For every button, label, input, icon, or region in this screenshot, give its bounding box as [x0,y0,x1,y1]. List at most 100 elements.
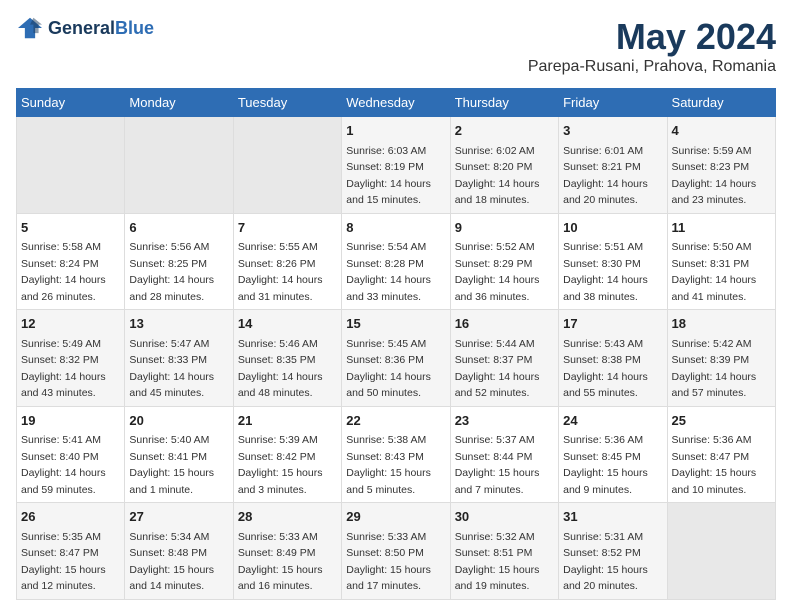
cell-info: Sunrise: 6:01 AMSunset: 8:21 PMDaylight:… [563,145,648,207]
weekday-header-tuesday: Tuesday [233,89,341,117]
main-title: May 2024 [528,16,776,58]
cell-info: Sunrise: 5:37 AMSunset: 8:44 PMDaylight:… [455,434,540,496]
calendar-cell [233,117,341,214]
weekday-header-thursday: Thursday [450,89,558,117]
day-number: 13 [129,314,228,334]
day-number: 8 [346,218,445,238]
calendar-cell: 17 Sunrise: 5:43 AMSunset: 8:38 PMDayligh… [559,310,667,407]
day-number: 19 [21,411,120,431]
calendar-cell: 15 Sunrise: 5:45 AMSunset: 8:36 PMDayligh… [342,310,450,407]
weekday-header-row: SundayMondayTuesdayWednesdayThursdayFrid… [17,89,776,117]
logo-icon [16,16,44,40]
calendar-cell [17,117,125,214]
day-number: 29 [346,507,445,527]
cell-info: Sunrise: 5:58 AMSunset: 8:24 PMDaylight:… [21,241,106,303]
calendar-cell: 27Sunrise: 5:34 AMSunset: 8:48 PMDayligh… [125,503,233,600]
cell-info: Sunrise: 5:44 AMSunset: 8:37 PMDaylight:… [455,338,540,400]
title-block: May 2024 Parepa-Rusani, Prahova, Romania [528,16,776,76]
calendar-cell: 29 Sunrise: 5:33 AMSunset: 8:50 PMDayligh… [342,503,450,600]
day-number: 15 [346,314,445,334]
calendar-cell: 18Sunrise: 5:42 AMSunset: 8:39 PMDayligh… [667,310,775,407]
cell-info: Sunrise: 5:43 AMSunset: 8:38 PMDaylight:… [563,338,648,400]
day-number: 20 [129,411,228,431]
page-header: GeneralBlue May 2024 Parepa-Rusani, Prah… [16,16,776,76]
subtitle: Parepa-Rusani, Prahova, Romania [528,58,776,76]
calendar-cell: 6 Sunrise: 5:56 AMSunset: 8:25 PMDaylight… [125,213,233,310]
cell-info: Sunrise: 5:35 AMSunset: 8:47 PMDaylight:… [21,531,106,593]
weekday-header-wednesday: Wednesday [342,89,450,117]
cell-info: Sunrise: 5:40 AMSunset: 8:41 PMDaylight:… [129,434,214,496]
day-number: 22 [346,411,445,431]
calendar-week-row: 26 Sunrise: 5:35 AMSunset: 8:47 PMDayligh… [17,503,776,600]
logo-text-general: General [48,18,115,38]
day-number: 4 [672,121,771,141]
weekday-header-monday: Monday [125,89,233,117]
calendar-cell: 7 Sunrise: 5:55 AMSunset: 8:26 PMDaylight… [233,213,341,310]
day-number: 5 [21,218,120,238]
day-number: 24 [563,411,662,431]
cell-info: Sunrise: 5:56 AMSunset: 8:25 PMDaylight:… [129,241,214,303]
day-number: 11 [672,218,771,238]
calendar-table: SundayMondayTuesdayWednesdayThursdayFrid… [16,88,776,600]
cell-info: Sunrise: 5:51 AMSunset: 8:30 PMDaylight:… [563,241,648,303]
day-number: 7 [238,218,337,238]
calendar-cell: 4 Sunrise: 5:59 AMSunset: 8:23 PMDaylight… [667,117,775,214]
calendar-cell: 14Sunrise: 5:46 AMSunset: 8:35 PMDayligh… [233,310,341,407]
cell-info: Sunrise: 5:50 AMSunset: 8:31 PMDaylight:… [672,241,757,303]
cell-info: Sunrise: 5:41 AMSunset: 8:40 PMDaylight:… [21,434,106,496]
day-number: 2 [455,121,554,141]
cell-info: Sunrise: 6:03 AMSunset: 8:19 PMDaylight:… [346,145,431,207]
cell-info: Sunrise: 5:32 AMSunset: 8:51 PMDaylight:… [455,531,540,593]
day-number: 27 [129,507,228,527]
calendar-week-row: 12Sunrise: 5:49 AMSunset: 8:32 PMDayligh… [17,310,776,407]
day-number: 3 [563,121,662,141]
calendar-cell: 11 Sunrise: 5:50 AMSunset: 8:31 PMDayligh… [667,213,775,310]
day-number: 1 [346,121,445,141]
cell-info: Sunrise: 5:55 AMSunset: 8:26 PMDaylight:… [238,241,323,303]
logo: GeneralBlue [16,16,154,40]
calendar-cell: 13Sunrise: 5:47 AMSunset: 8:33 PMDayligh… [125,310,233,407]
calendar-week-row: 5 Sunrise: 5:58 AMSunset: 8:24 PMDaylight… [17,213,776,310]
cell-info: Sunrise: 5:59 AMSunset: 8:23 PMDaylight:… [672,145,757,207]
day-number: 25 [672,411,771,431]
cell-info: Sunrise: 5:38 AMSunset: 8:43 PMDaylight:… [346,434,431,496]
cell-info: Sunrise: 5:36 AMSunset: 8:47 PMDaylight:… [672,434,757,496]
cell-info: Sunrise: 5:31 AMSunset: 8:52 PMDaylight:… [563,531,648,593]
calendar-week-row: 1 Sunrise: 6:03 AMSunset: 8:19 PMDaylight… [17,117,776,214]
cell-info: Sunrise: 5:42 AMSunset: 8:39 PMDaylight:… [672,338,757,400]
cell-info: Sunrise: 5:39 AMSunset: 8:42 PMDaylight:… [238,434,323,496]
calendar-cell: 2Sunrise: 6:02 AMSunset: 8:20 PMDaylight… [450,117,558,214]
day-number: 9 [455,218,554,238]
calendar-cell: 21Sunrise: 5:39 AMSunset: 8:42 PMDayligh… [233,406,341,503]
calendar-cell: 30 Sunrise: 5:32 AMSunset: 8:51 PMDayligh… [450,503,558,600]
cell-info: Sunrise: 5:36 AMSunset: 8:45 PMDaylight:… [563,434,648,496]
calendar-cell: 31 Sunrise: 5:31 AMSunset: 8:52 PMDayligh… [559,503,667,600]
cell-info: Sunrise: 5:49 AMSunset: 8:32 PMDaylight:… [21,338,106,400]
weekday-header-sunday: Sunday [17,89,125,117]
day-number: 6 [129,218,228,238]
calendar-cell: 9Sunrise: 5:52 AMSunset: 8:29 PMDaylight… [450,213,558,310]
calendar-cell: 10 Sunrise: 5:51 AMSunset: 8:30 PMDayligh… [559,213,667,310]
logo-text-blue: Blue [115,18,154,38]
calendar-cell: 19 Sunrise: 5:41 AMSunset: 8:40 PMDayligh… [17,406,125,503]
calendar-cell: 24 Sunrise: 5:36 AMSunset: 8:45 PMDayligh… [559,406,667,503]
calendar-cell: 8Sunrise: 5:54 AMSunset: 8:28 PMDaylight… [342,213,450,310]
weekday-header-saturday: Saturday [667,89,775,117]
day-number: 30 [455,507,554,527]
calendar-cell: 23Sunrise: 5:37 AMSunset: 8:44 PMDayligh… [450,406,558,503]
calendar-week-row: 19 Sunrise: 5:41 AMSunset: 8:40 PMDayligh… [17,406,776,503]
calendar-cell: 5 Sunrise: 5:58 AMSunset: 8:24 PMDaylight… [17,213,125,310]
calendar-cell: 3 Sunrise: 6:01 AMSunset: 8:21 PMDaylight… [559,117,667,214]
day-number: 10 [563,218,662,238]
cell-info: Sunrise: 5:46 AMSunset: 8:35 PMDaylight:… [238,338,323,400]
weekday-header-friday: Friday [559,89,667,117]
calendar-cell [125,117,233,214]
day-number: 31 [563,507,662,527]
calendar-cell: 28Sunrise: 5:33 AMSunset: 8:49 PMDayligh… [233,503,341,600]
calendar-cell: 1 Sunrise: 6:03 AMSunset: 8:19 PMDaylight… [342,117,450,214]
day-number: 17 [563,314,662,334]
day-number: 26 [21,507,120,527]
cell-info: Sunrise: 5:45 AMSunset: 8:36 PMDaylight:… [346,338,431,400]
cell-info: Sunrise: 5:33 AMSunset: 8:50 PMDaylight:… [346,531,431,593]
calendar-cell: 12Sunrise: 5:49 AMSunset: 8:32 PMDayligh… [17,310,125,407]
